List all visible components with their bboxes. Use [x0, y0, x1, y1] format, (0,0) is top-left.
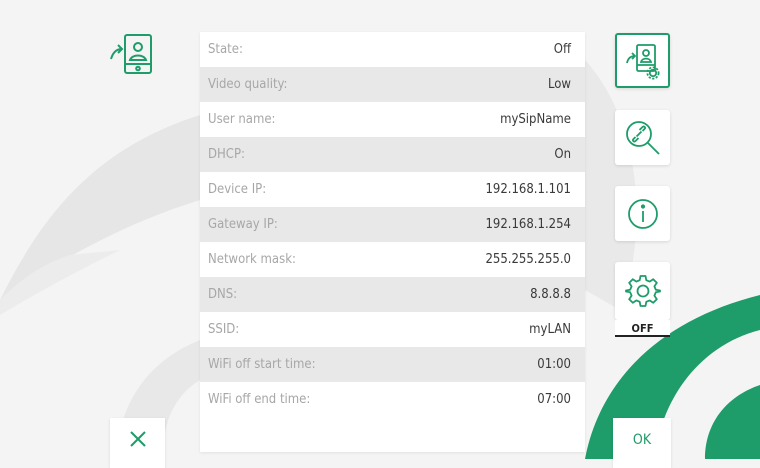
row-gateway-ip: Gateway IP: 192.168.1.254: [200, 207, 585, 242]
row-label: DHCP:: [208, 147, 245, 162]
row-label: SSID:: [208, 322, 240, 337]
row-label: Gateway IP:: [208, 217, 278, 232]
row-network-mask: Network mask: 255.255.255.0: [200, 242, 585, 277]
sip-info-panel: State: Off Video quality: Low User name:…: [200, 32, 585, 452]
row-wifi-off-end: WiFi off end time: 07:00: [200, 382, 585, 417]
row-value: 192.168.1.101: [485, 182, 571, 197]
gear-icon: [624, 275, 661, 307]
row-value: Off: [553, 42, 571, 57]
row-device-ip: Device IP: 192.168.1.101: [200, 172, 585, 207]
row-label: Network mask:: [208, 252, 296, 267]
row-value: mySipName: [500, 112, 571, 127]
row-value: 255.255.255.0: [485, 252, 571, 267]
row-label: WiFi off start time:: [208, 357, 316, 372]
info-button[interactable]: [615, 186, 670, 241]
sip-forward-icon: [106, 30, 158, 82]
close-button[interactable]: [110, 418, 165, 468]
row-value: Low: [547, 77, 571, 92]
row-wifi-off-start: WiFi off start time: 01:00: [200, 347, 585, 382]
row-label: WiFi off end time:: [208, 392, 311, 407]
row-dhcp: DHCP: On: [200, 137, 585, 172]
row-ssid: SSID: myLAN: [200, 312, 585, 347]
row-video-quality: Video quality: Low: [200, 67, 585, 102]
sip-settings-icon: [625, 43, 659, 79]
row-value: 07:00: [537, 392, 571, 407]
close-icon: [129, 431, 146, 447]
sip-settings-button[interactable]: [615, 33, 670, 88]
row-dns: DNS: 8.8.8.8: [200, 277, 585, 312]
row-label: DNS:: [208, 287, 238, 302]
row-value: 192.168.1.254: [485, 217, 571, 232]
row-value: myLAN: [529, 322, 571, 337]
link-search-icon: [625, 120, 660, 155]
settings-toggle-button[interactable]: [615, 262, 670, 320]
row-value: On: [554, 147, 571, 162]
link-search-button[interactable]: [615, 110, 670, 165]
row-value: 8.8.8.8: [530, 287, 571, 302]
info-icon: [627, 198, 658, 229]
row-label: Video quality:: [208, 77, 288, 92]
settings-toggle-state: OFF: [615, 320, 670, 337]
row-label: User name:: [208, 112, 276, 127]
row-value: 01:00: [537, 357, 571, 372]
row-label: State:: [208, 42, 243, 57]
row-state: State: Off: [200, 32, 585, 67]
ok-button[interactable]: OK: [613, 418, 671, 468]
row-label: Device IP:: [208, 182, 267, 197]
row-user-name: User name: mySipName: [200, 102, 585, 137]
